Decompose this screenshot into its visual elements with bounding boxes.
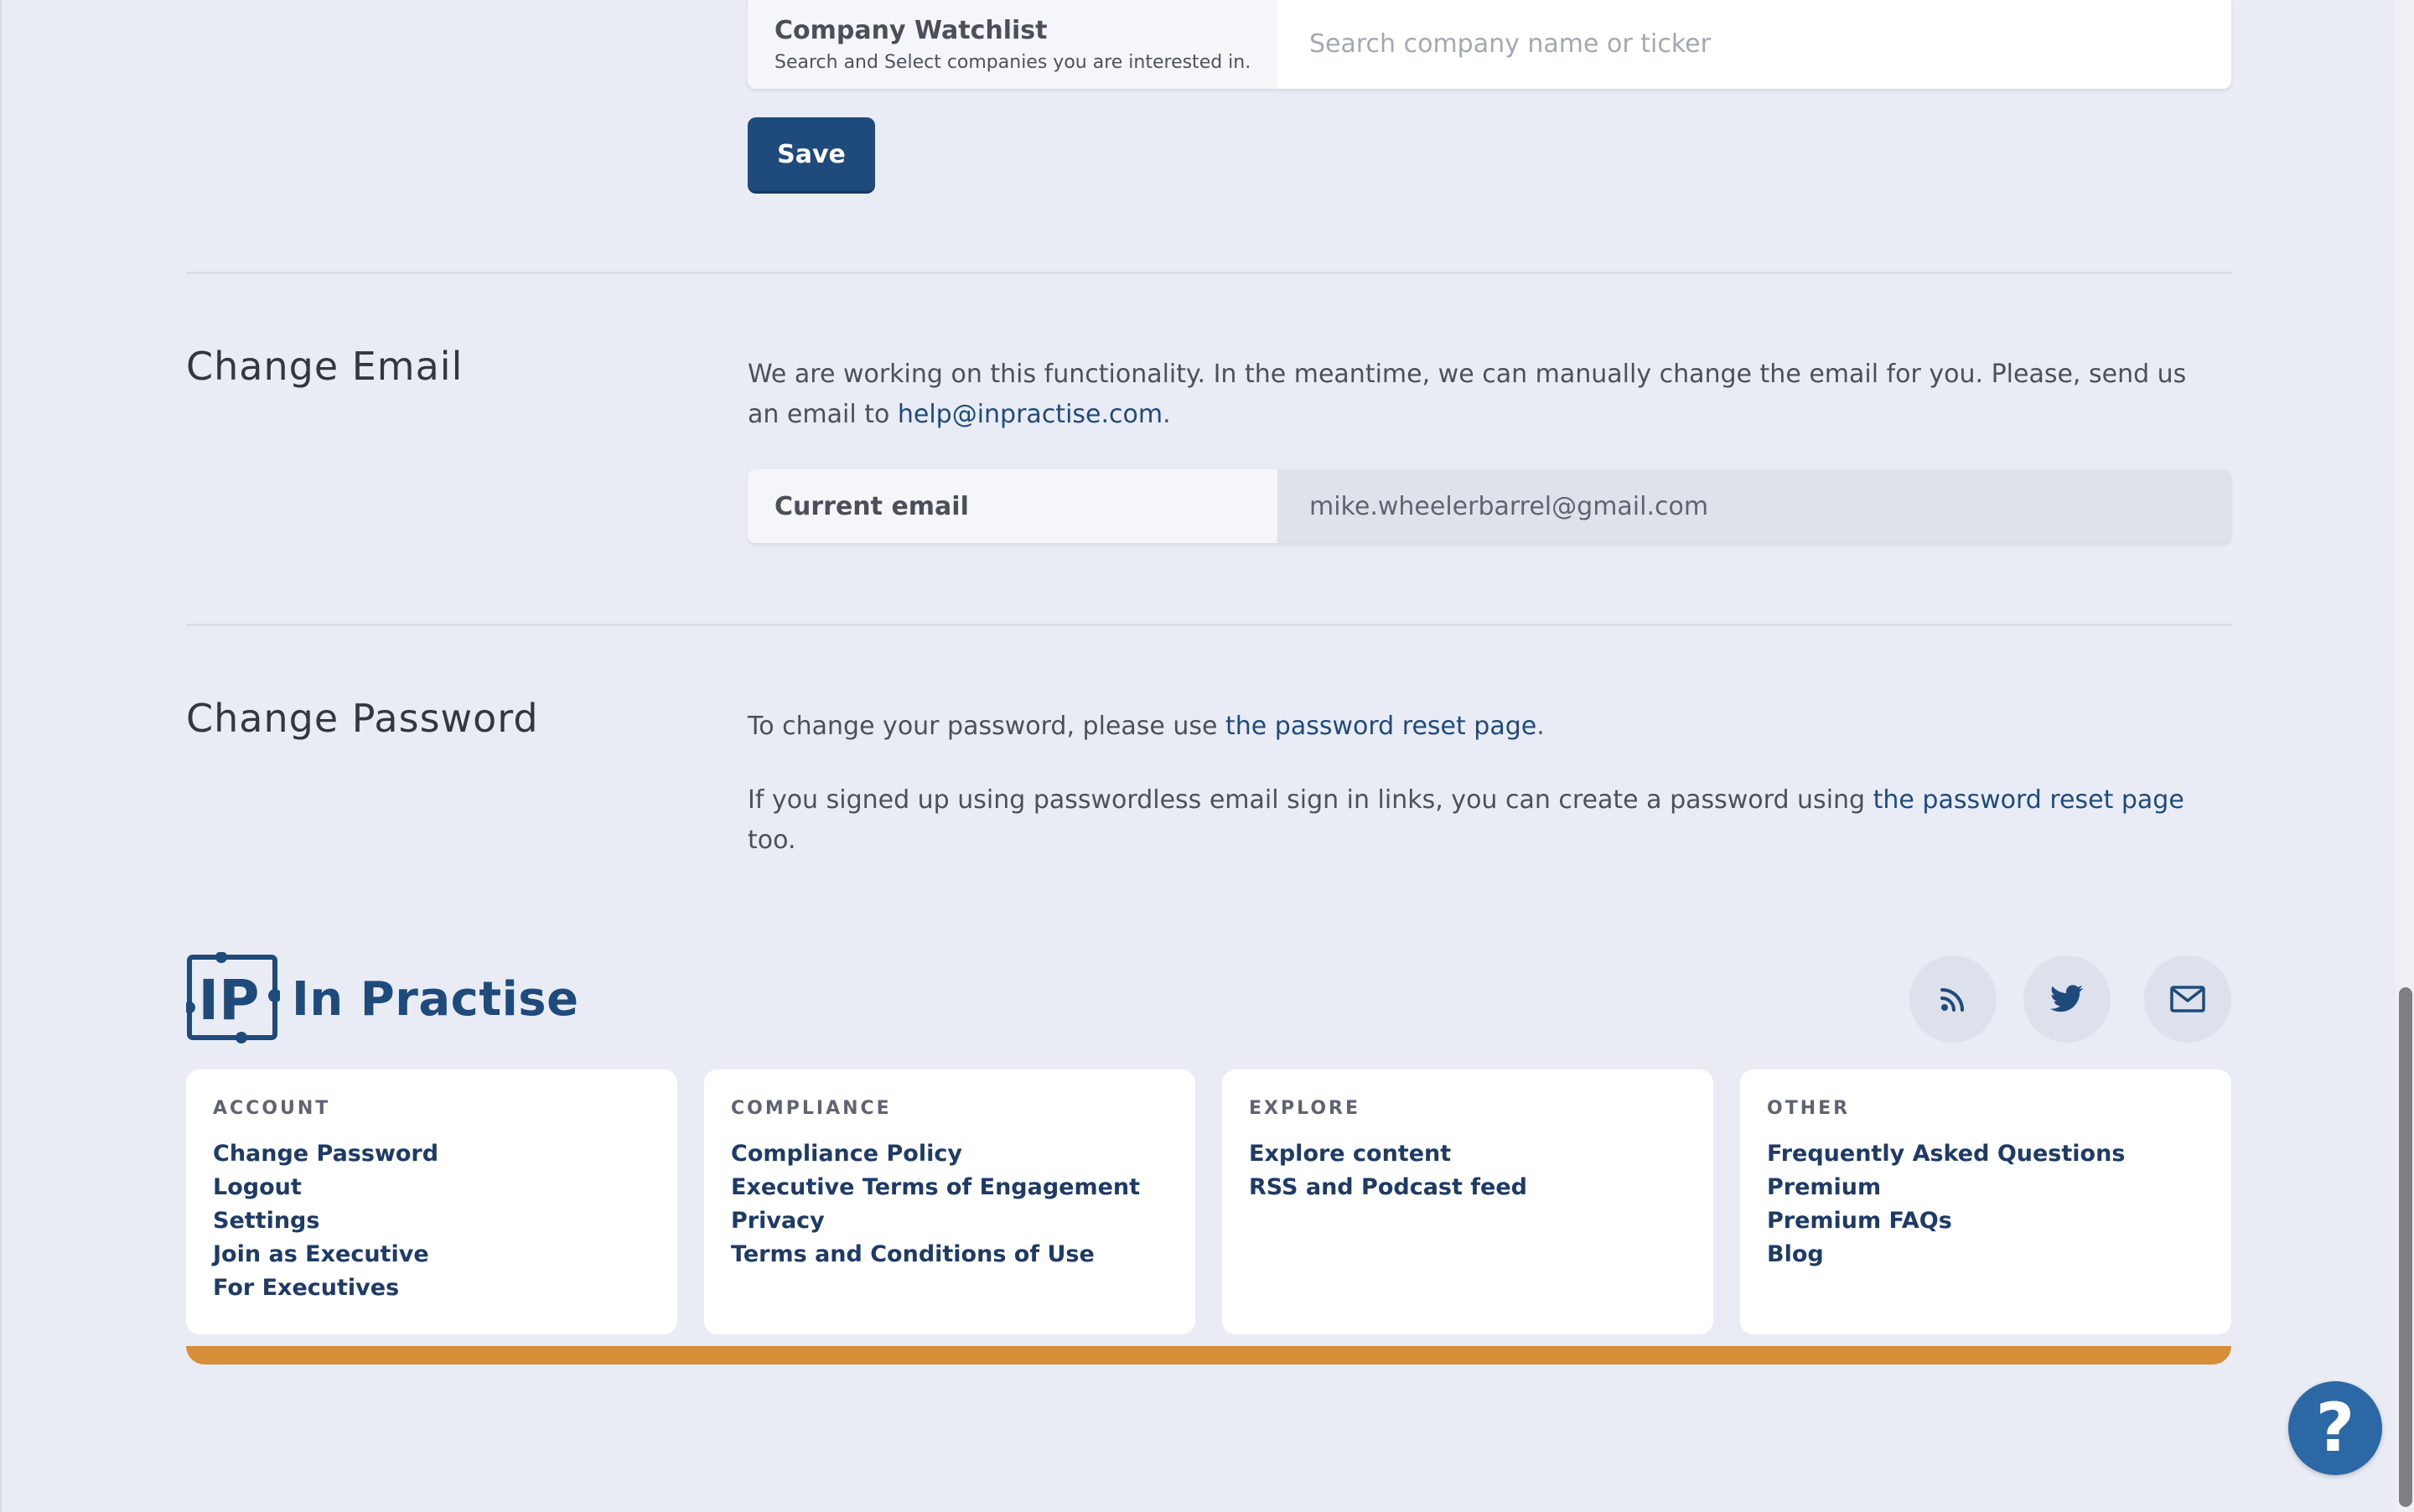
section-divider — [186, 624, 2231, 626]
footer-heading: OTHER — [1767, 1098, 1851, 1119]
footer-link-list: Explore content RSS and Podcast feed — [1249, 1137, 1686, 1204]
company-watchlist-label-box: Company Watchlist Search and Select comp… — [748, 0, 1277, 89]
footer-link-settings[interactable]: Settings — [213, 1204, 650, 1238]
footer-link-change-password[interactable]: Change Password — [213, 1137, 650, 1171]
password-reset-link[interactable]: the password reset page — [1873, 785, 2184, 815]
scrollbar-thumb[interactable] — [2399, 987, 2412, 1507]
current-email-label-box: Current email — [748, 469, 1277, 543]
footer-card-other: OTHER Frequently Asked Questions Premium… — [1740, 1069, 2231, 1334]
brand-name: In Practise — [292, 971, 579, 1027]
help-question-icon: ? — [2315, 1389, 2355, 1467]
company-search-input[interactable] — [1277, 0, 2231, 89]
rss-icon — [1940, 988, 1964, 1012]
change-email-heading: Change Email — [186, 344, 464, 389]
change-email-text-end: . — [1163, 400, 1171, 429]
password-reset-link[interactable]: the password reset page — [1225, 712, 1536, 741]
change-password-line-1: To change your password, please use the … — [748, 707, 2189, 747]
change-password-text: To change your password, please use — [748, 712, 1226, 741]
footer-link-terms-of-use[interactable]: Terms and Conditions of Use — [731, 1238, 1168, 1271]
twitter-icon — [2050, 985, 2084, 1012]
footer-card-compliance: COMPLIANCE Compliance Policy Executive T… — [704, 1069, 1195, 1334]
footer-link-list: Change Password Logout Settings Join as … — [213, 1137, 650, 1305]
current-email-field: Current email mike.wheelerbarrel@gmail.c… — [748, 469, 2231, 543]
in-practise-logo[interactable]: IP In Practise — [186, 952, 579, 1046]
help-email-link[interactable]: help@inpractise.com — [898, 400, 1163, 429]
current-email-label: Current email — [774, 491, 969, 521]
footer-link-for-executives[interactable]: For Executives — [213, 1271, 650, 1305]
current-email-value: mike.wheelerbarrel@gmail.com — [1277, 469, 2231, 543]
footer-link-executive-terms[interactable]: Executive Terms of Engagement — [731, 1171, 1168, 1204]
save-button[interactable]: Save — [748, 117, 875, 191]
footer-link-blog[interactable]: Blog — [1767, 1238, 2204, 1271]
email-button[interactable] — [2144, 955, 2231, 1043]
footer-link-premium[interactable]: Premium — [1767, 1171, 2204, 1204]
footer-card-account: ACCOUNT Change Password Logout Settings … — [186, 1069, 677, 1334]
footer-link-privacy[interactable]: Privacy — [731, 1204, 1168, 1238]
change-password-text-end: . — [1536, 712, 1545, 741]
footer-link-compliance-policy[interactable]: Compliance Policy — [731, 1137, 1168, 1171]
footer-link-list: Frequently Asked Questions Premium Premi… — [1767, 1137, 2204, 1271]
change-password-heading: Change Password — [186, 696, 539, 741]
logo-mark-text: IP — [199, 968, 260, 1033]
footer-link-join-as-executive[interactable]: Join as Executive — [213, 1238, 650, 1271]
passwordless-text: If you signed up using passwordless emai… — [748, 785, 1873, 815]
account-settings-page: Company Watchlist Search and Select comp… — [0, 0, 2414, 1512]
mail-icon — [2170, 986, 2205, 1012]
rss-button[interactable] — [1909, 955, 1997, 1043]
footer-accent-bar — [186, 1346, 2231, 1364]
ip-logo-mark: IP — [186, 952, 280, 1043]
passwordless-text-end: too. — [748, 826, 796, 855]
footer-link-logout[interactable]: Logout — [213, 1171, 650, 1204]
footer-link-faq[interactable]: Frequently Asked Questions — [1767, 1137, 2204, 1171]
window-edge — [0, 0, 2, 1512]
section-divider — [186, 272, 2231, 274]
footer-heading: EXPLORE — [1249, 1098, 1361, 1119]
change-password-line-2: If you signed up using passwordless emai… — [748, 780, 2189, 861]
change-email-description: We are working on this functionality. In… — [748, 355, 2189, 435]
footer-link-rss-podcast[interactable]: RSS and Podcast feed — [1249, 1171, 1686, 1204]
company-watchlist-title: Company Watchlist — [774, 16, 1048, 45]
footer-link-premium-faqs[interactable]: Premium FAQs — [1767, 1204, 2204, 1238]
twitter-button[interactable] — [2023, 955, 2111, 1043]
footer-heading: ACCOUNT — [213, 1098, 331, 1119]
footer-link-list: Compliance Policy Executive Terms of Eng… — [731, 1137, 1168, 1271]
help-button[interactable]: ? — [2288, 1381, 2382, 1475]
footer-heading: COMPLIANCE — [731, 1098, 892, 1119]
company-watchlist-subtitle: Search and Select companies you are inte… — [774, 52, 1251, 73]
footer-card-explore: EXPLORE Explore content RSS and Podcast … — [1222, 1069, 1713, 1334]
company-watchlist-field: Company Watchlist Search and Select comp… — [748, 0, 2231, 89]
footer-link-explore-content[interactable]: Explore content — [1249, 1137, 1686, 1171]
